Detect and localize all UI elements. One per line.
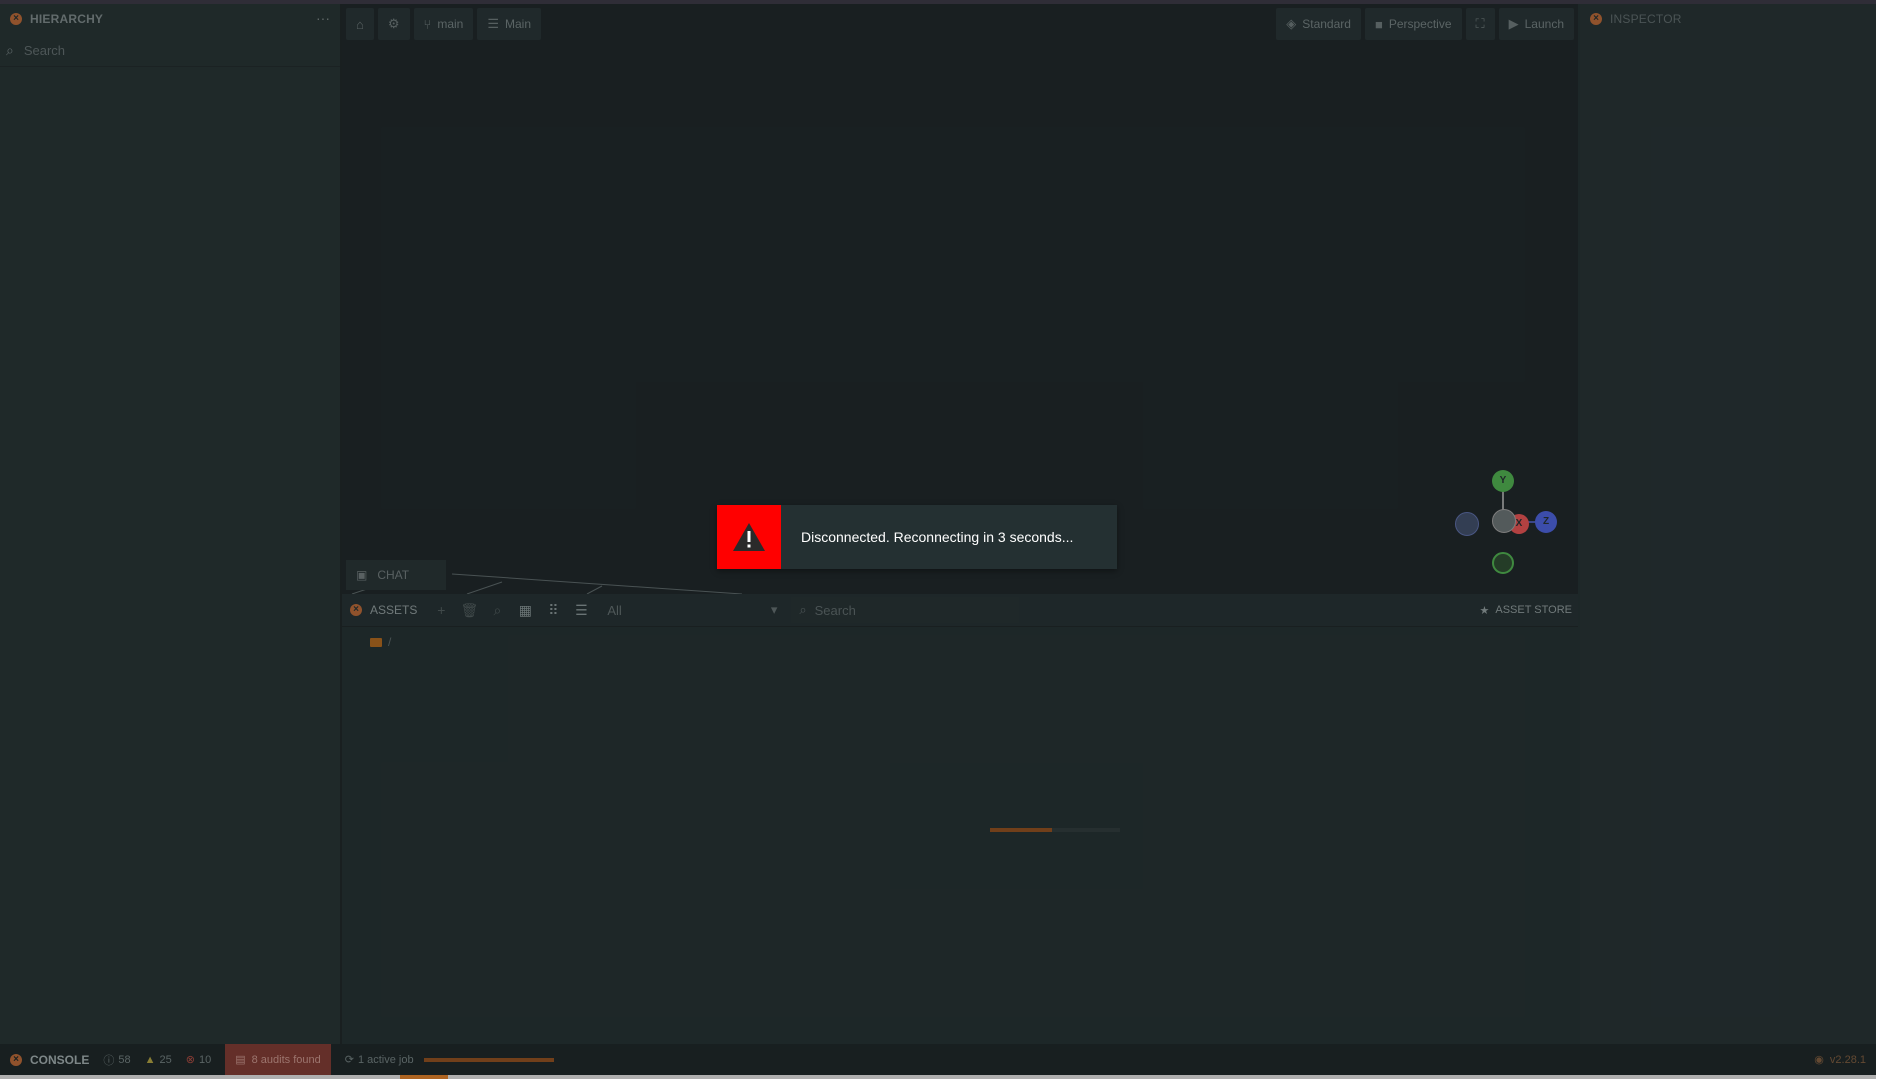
toast-message: Disconnected. Reconnecting in 3 seconds.… <box>801 529 1074 545</box>
disconnect-overlay: Disconnected. Reconnecting in 3 seconds.… <box>0 0 1876 1079</box>
editor-app: × HIERARCHY ··· ⌕ ⌂ ⚙ ⑂main ☰Main ◈Stand… <box>0 0 1876 1079</box>
disconnect-toast: Disconnected. Reconnecting in 3 seconds.… <box>717 505 1117 569</box>
warning-icon <box>717 505 781 569</box>
